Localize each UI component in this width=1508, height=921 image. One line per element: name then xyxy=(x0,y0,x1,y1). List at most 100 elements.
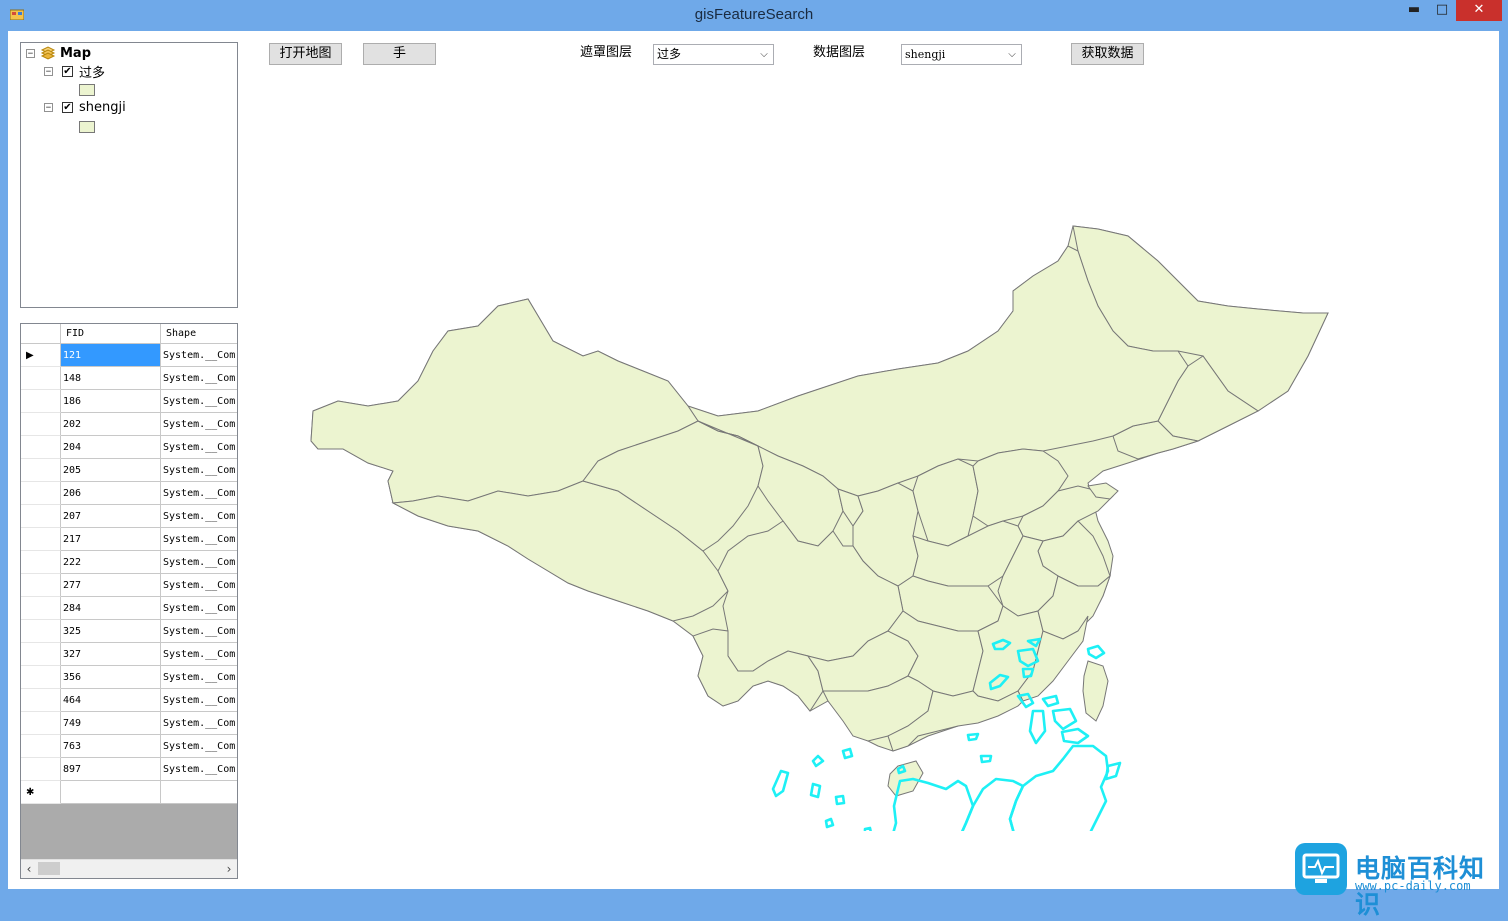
row-header[interactable] xyxy=(21,666,61,689)
cell-fid[interactable]: 327 xyxy=(61,643,161,666)
cell-fid[interactable]: 202 xyxy=(61,413,161,436)
table-row[interactable]: 207 System.__Com xyxy=(21,505,237,528)
row-header[interactable] xyxy=(21,390,61,413)
row-header[interactable] xyxy=(21,689,61,712)
cell-shape[interactable]: System.__Com xyxy=(161,390,237,413)
cell-shape[interactable]: System.__Com xyxy=(161,505,237,528)
cell-shape[interactable]: System.__Com xyxy=(161,528,237,551)
cell-fid[interactable]: 325 xyxy=(61,620,161,643)
cell-shape[interactable]: System.__Com xyxy=(161,758,237,781)
row-header[interactable] xyxy=(21,620,61,643)
table-row[interactable]: 464 System.__Com xyxy=(21,689,237,712)
cell-fid[interactable]: 217 xyxy=(61,528,161,551)
horizontal-scrollbar[interactable]: ‹ › xyxy=(21,859,237,878)
cell-fid[interactable]: 897 xyxy=(61,758,161,781)
table-row[interactable]: 204 System.__Com xyxy=(21,436,237,459)
table-row[interactable]: 277 System.__Com xyxy=(21,574,237,597)
data-layer-select[interactable]: shengji ⌵ xyxy=(901,44,1022,65)
new-row-cell[interactable] xyxy=(161,781,237,804)
cell-shape[interactable]: System.__Com xyxy=(161,666,237,689)
row-header[interactable] xyxy=(21,735,61,758)
row-header[interactable] xyxy=(21,574,61,597)
table-row[interactable]: 327 System.__Com xyxy=(21,643,237,666)
cell-shape[interactable]: System.__Com xyxy=(161,620,237,643)
cell-shape[interactable]: System.__Com xyxy=(161,643,237,666)
collapse-icon[interactable]: − xyxy=(44,102,53,112)
table-row[interactable]: 205 System.__Com xyxy=(21,459,237,482)
cell-fid[interactable]: 121 xyxy=(61,344,161,367)
row-header[interactable] xyxy=(21,643,61,666)
cell-shape[interactable]: System.__Com xyxy=(161,459,237,482)
cell-shape[interactable]: System.__Com xyxy=(161,344,237,367)
table-row[interactable]: ▶ 121 System.__Com xyxy=(21,344,237,367)
scroll-thumb[interactable] xyxy=(38,862,60,875)
row-header[interactable] xyxy=(21,597,61,620)
cell-fid[interactable]: 204 xyxy=(61,436,161,459)
cell-shape[interactable]: System.__Com xyxy=(161,551,237,574)
scroll-left-icon[interactable]: ‹ xyxy=(21,860,37,878)
table-row[interactable]: 186 System.__Com xyxy=(21,390,237,413)
collapse-icon[interactable]: − xyxy=(26,48,35,58)
minimize-button[interactable]: ▬ xyxy=(1400,0,1428,21)
open-map-button[interactable]: 打开地图 xyxy=(269,43,342,65)
cell-fid[interactable]: 207 xyxy=(61,505,161,528)
cell-fid[interactable]: 277 xyxy=(61,574,161,597)
maximize-button[interactable]: □ xyxy=(1428,0,1456,21)
hand-tool-button[interactable]: 手 xyxy=(363,43,436,65)
cell-shape[interactable]: System.__Com xyxy=(161,436,237,459)
layer-checkbox[interactable]: ✔ xyxy=(62,65,73,77)
row-header[interactable] xyxy=(21,505,61,528)
table-row[interactable]: 897 System.__Com xyxy=(21,758,237,781)
cell-shape[interactable]: System.__Com xyxy=(161,689,237,712)
table-row[interactable]: 284 System.__Com xyxy=(21,597,237,620)
row-header[interactable] xyxy=(21,436,61,459)
cell-fid[interactable]: 222 xyxy=(61,551,161,574)
cell-fid[interactable]: 284 xyxy=(61,597,161,620)
attribute-data-grid[interactable]: FID Shape ▶ 121 System.__Com 148 System.__Co… xyxy=(20,323,238,879)
row-header[interactable] xyxy=(21,459,61,482)
column-header-fid[interactable]: FID xyxy=(61,324,161,343)
close-button[interactable]: ✕ xyxy=(1456,0,1502,21)
chevron-down-icon[interactable]: ⌵ xyxy=(757,46,771,63)
layer-checkbox[interactable]: ✔ xyxy=(62,101,73,113)
row-header[interactable] xyxy=(21,367,61,390)
cell-fid[interactable]: 749 xyxy=(61,712,161,735)
row-header[interactable] xyxy=(21,482,61,505)
toc-layer-item[interactable]: − ✔ shengji xyxy=(44,98,126,116)
mask-layer-select[interactable]: 过多 ⌵ xyxy=(653,44,774,65)
cell-shape[interactable]: System.__Com xyxy=(161,597,237,620)
row-header[interactable]: ▶ xyxy=(21,344,61,367)
toc-layer-item[interactable]: − ✔ 过多 xyxy=(44,62,105,81)
row-header[interactable] xyxy=(21,551,61,574)
collapse-icon[interactable]: − xyxy=(44,66,53,76)
cell-shape[interactable]: System.__Com xyxy=(161,735,237,758)
cell-fid[interactable]: 356 xyxy=(61,666,161,689)
cell-fid[interactable]: 205 xyxy=(61,459,161,482)
cell-fid[interactable]: 464 xyxy=(61,689,161,712)
table-row[interactable]: 202 System.__Com xyxy=(21,413,237,436)
cell-shape[interactable]: System.__Com xyxy=(161,574,237,597)
table-row[interactable]: 206 System.__Com xyxy=(21,482,237,505)
table-row[interactable]: 222 System.__Com xyxy=(21,551,237,574)
cell-fid[interactable]: 148 xyxy=(61,367,161,390)
row-header[interactable] xyxy=(21,712,61,735)
table-row[interactable]: 148 System.__Com xyxy=(21,367,237,390)
table-row[interactable]: 325 System.__Com xyxy=(21,620,237,643)
row-header[interactable] xyxy=(21,413,61,436)
cell-shape[interactable]: System.__Com xyxy=(161,367,237,390)
column-header-shape[interactable]: Shape xyxy=(161,324,237,343)
row-header[interactable] xyxy=(21,528,61,551)
cell-shape[interactable]: System.__Com xyxy=(161,413,237,436)
new-row[interactable]: ✱ xyxy=(21,781,237,804)
table-row[interactable]: 763 System.__Com xyxy=(21,735,237,758)
cell-fid[interactable]: 186 xyxy=(61,390,161,413)
cell-fid[interactable]: 206 xyxy=(61,482,161,505)
map-control[interactable] xyxy=(298,191,1338,831)
row-header[interactable] xyxy=(21,758,61,781)
table-row[interactable]: 217 System.__Com xyxy=(21,528,237,551)
get-data-button[interactable]: 获取数据 xyxy=(1071,43,1144,65)
chevron-down-icon[interactable]: ⌵ xyxy=(1005,46,1019,63)
toc-control[interactable]: − Map − ✔ 过多 − ✔ shengji xyxy=(20,42,238,308)
toc-root[interactable]: − Map xyxy=(26,44,91,62)
new-row-cell[interactable] xyxy=(61,781,161,804)
